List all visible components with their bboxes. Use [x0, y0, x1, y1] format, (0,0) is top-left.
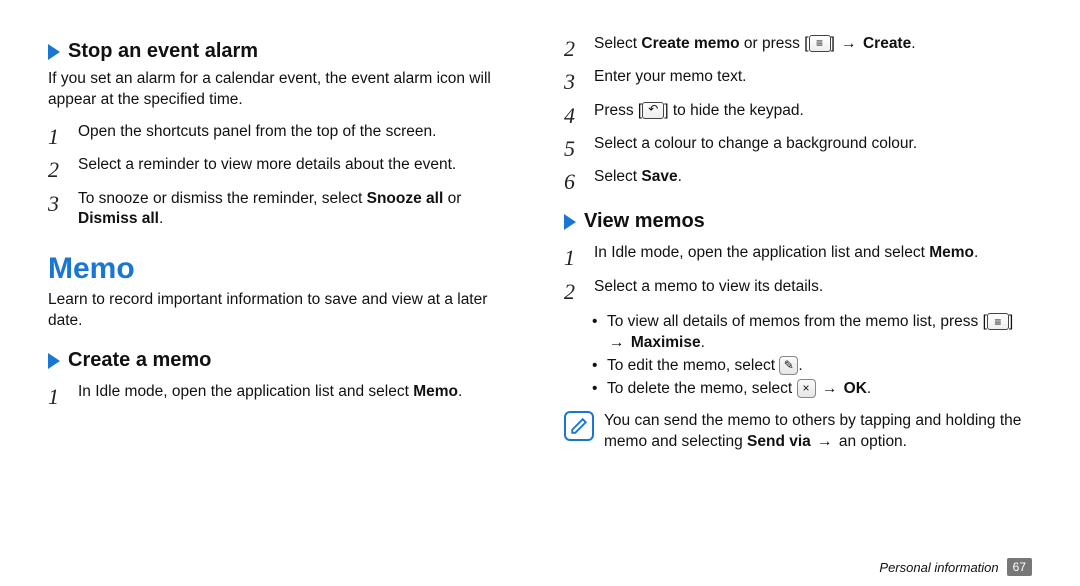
- step-text: Select a colour to change a background c…: [594, 134, 917, 163]
- chevron-icon: [48, 44, 60, 60]
- step: 1 Open the shortcuts panel from the top o…: [48, 122, 516, 151]
- step-text: To snooze or dismiss the reminder, selec…: [78, 189, 516, 230]
- left-column: Stop an event alarm If you set an alarm …: [48, 30, 516, 574]
- create-memo-steps: 1 In Idle mode, open the application list…: [48, 378, 516, 415]
- step-number: 1: [564, 243, 584, 272]
- menu-icon: ≡: [987, 313, 1009, 330]
- right-column: 2 Select Create memo or press [≡] → Creat…: [564, 30, 1032, 574]
- step: 3 Enter your memo text.: [564, 67, 1032, 96]
- step-text: Select a memo to view its details.: [594, 277, 823, 306]
- view-memos-bullets: To view all details of memos from the me…: [592, 310, 1032, 402]
- bullet-dot: [592, 379, 600, 400]
- small-button-icon: ✎: [779, 356, 798, 375]
- step-number: 2: [48, 155, 68, 184]
- step-number: 2: [564, 34, 584, 63]
- menu-icon: ≡: [809, 35, 831, 52]
- bullet-item: To delete the memo, select × → OK.: [592, 379, 1032, 400]
- subheading-create-memo: Create a memo: [48, 349, 516, 372]
- subheading-view-memos: View memos: [564, 210, 1032, 233]
- bullet-dot: [592, 356, 600, 377]
- note-block: You can send the memo to others by tappi…: [564, 411, 1032, 453]
- step: 5 Select a colour to change a background …: [564, 134, 1032, 163]
- bullet-item: To edit the memo, select ✎.: [592, 356, 1032, 377]
- view-memos-steps: 1 In Idle mode, open the application list…: [564, 239, 1032, 310]
- chevron-icon: [564, 214, 576, 230]
- stop-alarm-steps: 1 Open the shortcuts panel from the top o…: [48, 118, 516, 234]
- step-text: In Idle mode, open the application list …: [594, 243, 978, 272]
- step-text: Select Create memo or press [≡] → Create…: [594, 34, 916, 63]
- chevron-icon: [48, 353, 60, 369]
- section-title-memo: Memo: [48, 252, 516, 286]
- create-memo-steps-cont: 2 Select Create memo or press [≡] → Creat…: [564, 30, 1032, 200]
- subheading-text: Create a memo: [68, 349, 211, 372]
- bullet-text: To view all details of memos from the me…: [607, 312, 1032, 354]
- small-button-icon: ×: [797, 379, 816, 398]
- step-number: 5: [564, 134, 584, 163]
- step-text: Press [↶] to hide the keypad.: [594, 101, 804, 130]
- step-number: 4: [564, 101, 584, 130]
- bullet-dot: [592, 312, 600, 354]
- bullet-text: To delete the memo, select × → OK.: [607, 379, 871, 400]
- step: 2 Select a memo to view its details.: [564, 277, 1032, 306]
- bullet-item: To view all details of memos from the me…: [592, 312, 1032, 354]
- subheading-text: Stop an event alarm: [68, 40, 258, 63]
- step-number: 3: [564, 67, 584, 96]
- step: 1 In Idle mode, open the application list…: [564, 243, 1032, 272]
- step-text: Open the shortcuts panel from the top of…: [78, 122, 436, 151]
- manual-page: Stop an event alarm If you set an alarm …: [0, 0, 1080, 586]
- step: 2 Select a reminder to view more details …: [48, 155, 516, 184]
- step-number: 6: [564, 167, 584, 196]
- step-text: In Idle mode, open the application list …: [78, 382, 462, 411]
- step-number: 3: [48, 189, 68, 230]
- note-text: You can send the memo to others by tappi…: [604, 411, 1032, 453]
- step: 4 Press [↶] to hide the keypad.: [564, 101, 1032, 130]
- step: 2 Select Create memo or press [≡] → Creat…: [564, 34, 1032, 63]
- subheading-stop-alarm: Stop an event alarm: [48, 40, 516, 63]
- subheading-text: View memos: [584, 210, 705, 233]
- step: 3To snooze or dismiss the reminder, sele…: [48, 189, 516, 230]
- step: 6 Select Save.: [564, 167, 1032, 196]
- step-number: 2: [564, 277, 584, 306]
- memo-intro: Learn to record important information to…: [48, 290, 516, 331]
- step-text: Enter your memo text.: [594, 67, 746, 96]
- step: 1 In Idle mode, open the application list…: [48, 382, 516, 411]
- step-text: Select Save.: [594, 167, 682, 196]
- footer-section-label: Personal information: [879, 560, 998, 575]
- back-icon: ↶: [642, 102, 664, 119]
- stop-alarm-intro: If you set an alarm for a calendar event…: [48, 69, 516, 110]
- note-icon: [564, 411, 594, 441]
- step-number: 1: [48, 382, 68, 411]
- step-text: Select a reminder to view more details a…: [78, 155, 456, 184]
- page-number: 67: [1007, 558, 1032, 576]
- step-number: 1: [48, 122, 68, 151]
- bullet-text: To edit the memo, select ✎.: [607, 356, 803, 377]
- page-footer: Personal information 67: [879, 558, 1032, 576]
